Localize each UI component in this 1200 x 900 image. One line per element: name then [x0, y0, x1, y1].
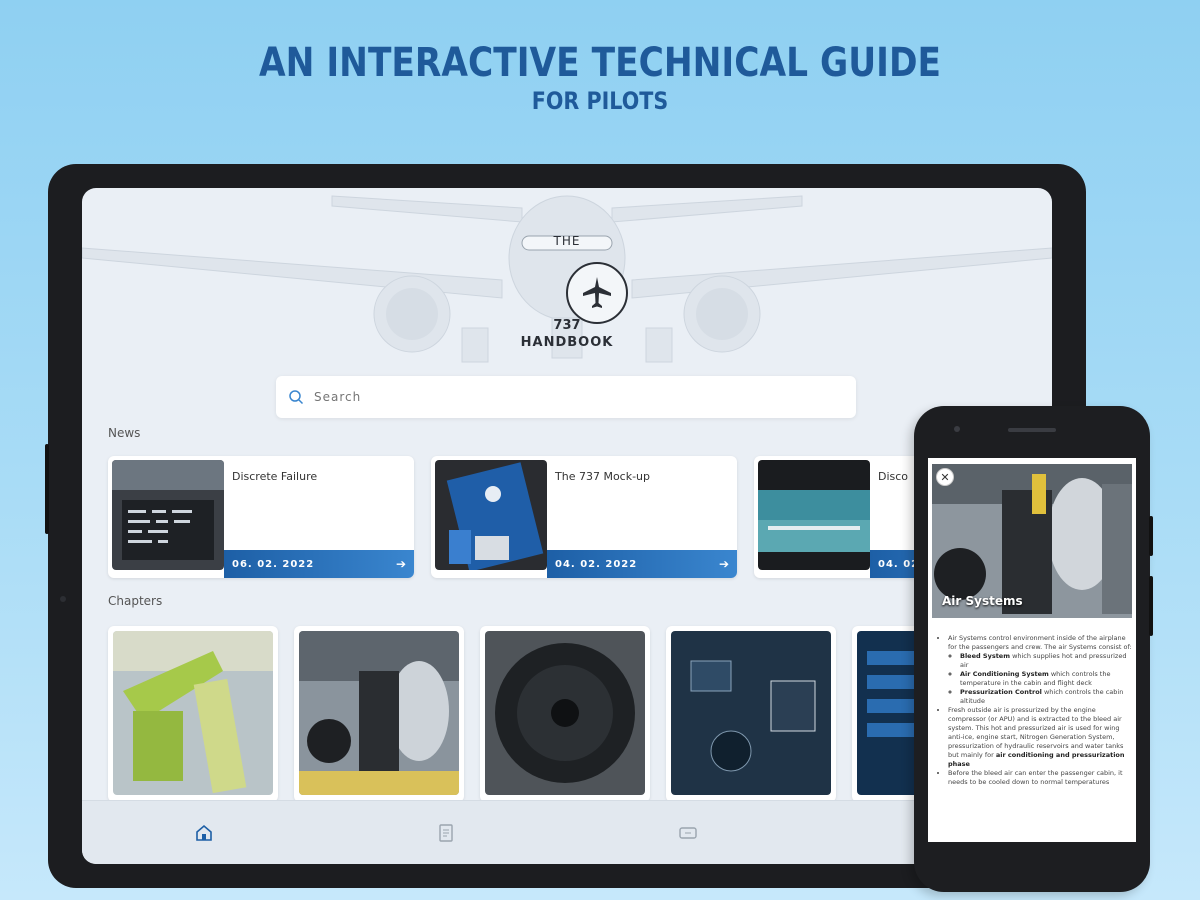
article-body: Air Systems control environment inside o…: [938, 634, 1132, 787]
news-title: Disco: [878, 470, 909, 483]
arrow-right-icon[interactable]: ➔: [396, 557, 406, 571]
article-bold: Air Conditioning System: [960, 670, 1049, 678]
search-bar[interactable]: [276, 376, 856, 418]
news-card[interactable]: Discrete Failure 06. 02. 2022 ➔: [108, 456, 414, 578]
tablet-camera: [60, 596, 66, 602]
article-paragraph: Before the bleed air can enter the passe…: [948, 769, 1132, 787]
chapter-card[interactable]: [480, 626, 650, 802]
chapter-image: [485, 631, 645, 795]
phone-speaker: [1008, 428, 1056, 432]
chapter-card[interactable]: [666, 626, 836, 802]
news-thumbnail: [112, 460, 224, 570]
phone-device: ✕ Air Systems Air Systems control enviro…: [914, 406, 1153, 892]
article-list-item: Air Conditioning System which controls t…: [960, 670, 1132, 688]
news-heading: News: [108, 426, 141, 440]
chapter-card[interactable]: [294, 626, 464, 802]
news-card[interactable]: The 737 Mock-up 04. 02. 2022 ➔: [431, 456, 737, 578]
tablet-side-button: [45, 444, 49, 534]
document-icon[interactable]: [434, 821, 458, 845]
news-date: 06. 02. 2022: [232, 558, 315, 570]
chapter-image: [671, 631, 831, 795]
article-list-item: Bleed System which supplies hot and pres…: [960, 652, 1132, 670]
news-date: 04. 02. 2022: [555, 558, 638, 570]
article-paragraph: Air Systems control environment inside o…: [948, 634, 1132, 706]
article-bold: Bleed System: [960, 652, 1010, 660]
news-title: The 737 Mock-up: [555, 470, 651, 483]
chapter-card[interactable]: [108, 626, 278, 802]
logo-737-text: 737: [553, 318, 581, 333]
logo-handbook-text: HANDBOOK: [520, 335, 614, 350]
phone-screen: ✕ Air Systems Air Systems control enviro…: [928, 458, 1136, 842]
search-icon: [289, 390, 304, 405]
logo-the-text: THE: [553, 234, 581, 248]
headline-title: AN INTERACTIVE TECHNICAL GUIDE: [258, 40, 942, 86]
news-date-bar: 04. 02. 2022 ➔: [547, 550, 737, 578]
ticket-icon[interactable]: [676, 821, 700, 845]
news-thumbnail: [435, 460, 547, 570]
phone-camera: [954, 426, 960, 432]
article-bold: Pressurization Control: [960, 688, 1042, 696]
news-date-bar: 06. 02. 2022 ➔: [224, 550, 414, 578]
airplane-logo-icon: [566, 262, 628, 324]
article-list-item: Pressurization Control which controls th…: [960, 688, 1132, 706]
phone-volume-button: [1149, 516, 1153, 556]
search-input[interactable]: [314, 390, 814, 404]
phone-power-button: [1149, 576, 1153, 636]
news-title: Discrete Failure: [232, 470, 318, 483]
chapter-image: [113, 631, 273, 795]
tablet-screen: THE 737 HANDBOOK News: [82, 188, 1052, 864]
home-icon[interactable]: [192, 821, 216, 845]
bottom-navigation: [82, 800, 1052, 864]
article-title: Air Systems: [942, 594, 1023, 608]
close-icon[interactable]: ✕: [936, 468, 954, 486]
chapter-image: [299, 631, 459, 795]
arrow-right-icon[interactable]: ➔: [719, 557, 729, 571]
promo-headline: AN INTERACTIVE TECHNICAL GUIDE FOR PILOT…: [0, 40, 1200, 116]
chapters-heading: Chapters: [108, 594, 163, 608]
article-text: Air Systems control environment inside o…: [948, 634, 1132, 651]
headline-subtitle: FOR PILOTS: [531, 87, 669, 115]
article-paragraph: Fresh outside air is pressurized by the …: [948, 706, 1132, 769]
news-thumbnail: [758, 460, 870, 570]
article-text: Before the bleed air can enter the passe…: [948, 769, 1123, 786]
